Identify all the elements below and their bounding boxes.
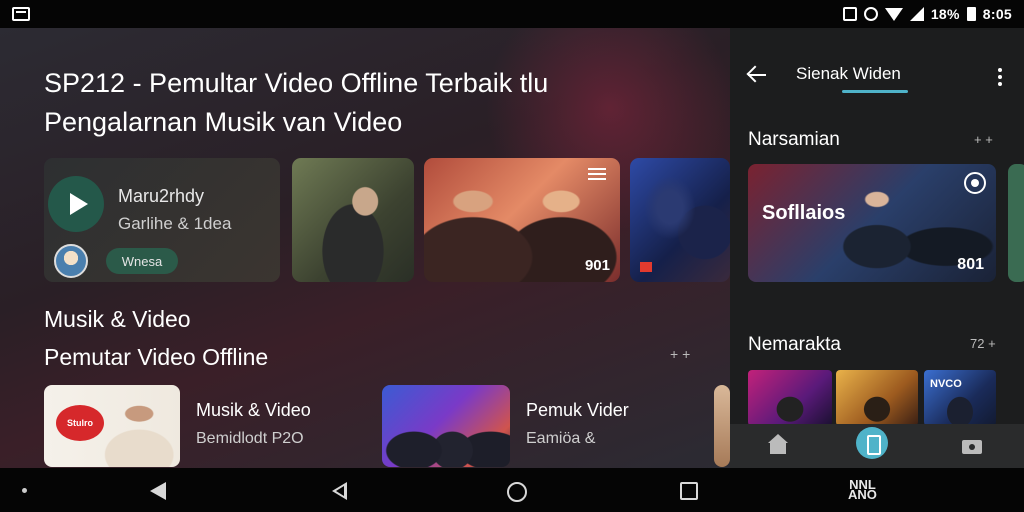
camera-icon[interactable] bbox=[958, 432, 986, 460]
list-item-thumbnail[interactable]: Stulro bbox=[44, 385, 180, 467]
page-title: SP212 - Pemultar Video Offline Terbaik t… bbox=[44, 68, 549, 137]
side-panel: Sienak Widen Narsamian + + Sofllaios 801… bbox=[730, 28, 1024, 468]
video-thumbnail[interactable] bbox=[292, 158, 414, 282]
list-item-thumbnail[interactable] bbox=[382, 385, 510, 467]
video-thumbnail[interactable] bbox=[630, 158, 730, 282]
home-circle-icon[interactable] bbox=[507, 482, 527, 502]
featured-title: Sofllaios bbox=[762, 202, 846, 224]
signal-icon bbox=[909, 7, 924, 21]
back-icon[interactable] bbox=[150, 482, 166, 500]
section-more-button[interactable]: + + bbox=[670, 346, 690, 362]
radio-icon[interactable] bbox=[964, 172, 986, 194]
section-subtitle: Pemutar Video Offline bbox=[44, 344, 269, 370]
hero-action-button[interactable]: Wnesa bbox=[106, 248, 178, 274]
dot-icon bbox=[22, 488, 27, 493]
featured-number: 801 bbox=[957, 256, 984, 273]
status-bar: 18% 8:05 bbox=[0, 0, 1024, 28]
mini-thumbnail[interactable]: NVCO bbox=[924, 370, 996, 426]
player-icon[interactable] bbox=[856, 427, 888, 459]
main-content: SP212 - Pemultar Video Offline Terbaik t… bbox=[0, 28, 730, 468]
system-nav-bar: NNL ANO bbox=[0, 468, 1024, 512]
list-item-title[interactable]: Pemuk Vider bbox=[526, 400, 629, 421]
featured-video-card[interactable]: Sofllaios 801 bbox=[748, 164, 996, 282]
nav-label[interactable]: NNL ANO bbox=[848, 478, 877, 502]
video-thumbnail[interactable]: 901 bbox=[424, 158, 620, 282]
thumbnail-number: 901 bbox=[584, 257, 610, 274]
panel-section-title: Narsamian bbox=[748, 129, 840, 150]
panel-section-title: Nemarakta bbox=[748, 334, 841, 355]
badge-icon bbox=[640, 262, 652, 272]
avatar[interactable] bbox=[54, 244, 88, 278]
battery-percent: 18% bbox=[930, 6, 960, 22]
back-triangle-inner bbox=[336, 486, 344, 496]
wifi-icon bbox=[884, 7, 903, 21]
mini-thumbnail[interactable] bbox=[748, 370, 832, 426]
panel-section-more[interactable]: 72 + bbox=[970, 336, 996, 351]
panel-bottom-nav bbox=[730, 424, 1024, 468]
next-card-peek[interactable] bbox=[1008, 164, 1024, 282]
section-title: Musik & Video bbox=[44, 306, 191, 332]
recents-icon[interactable] bbox=[680, 482, 698, 500]
menu-icon[interactable] bbox=[588, 168, 606, 180]
tab-indicator bbox=[842, 90, 908, 93]
tab-panel[interactable]: Sienak Widen bbox=[796, 64, 901, 84]
nav-label-bottom: ANO bbox=[848, 487, 877, 502]
hero-subtitle: Garlihe & 1dea bbox=[118, 214, 232, 233]
app-notification-icon bbox=[12, 7, 30, 21]
list-item-subtitle: Eamiöa & bbox=[526, 430, 596, 447]
hero-title: Maru2rhdy bbox=[118, 186, 205, 206]
more-vert-icon[interactable] bbox=[996, 68, 1004, 86]
list-item-thumbnail[interactable] bbox=[714, 385, 730, 467]
battery-icon bbox=[966, 7, 976, 21]
alarm-icon bbox=[863, 7, 878, 21]
list-item-title[interactable]: Musik & Video bbox=[196, 400, 311, 421]
nfc-icon bbox=[842, 7, 857, 21]
channel-logo: Stulro bbox=[56, 405, 104, 441]
mini-thumbnail[interactable] bbox=[836, 370, 918, 426]
hero-card[interactable]: Maru2rhdy Garlihe & 1dea Wnesa bbox=[44, 158, 280, 282]
list-item-subtitle: Bemidlodt P2O bbox=[196, 430, 304, 447]
play-icon[interactable] bbox=[48, 176, 104, 232]
mini-thumbnail-label: NVCO bbox=[930, 378, 962, 390]
clock: 8:05 bbox=[982, 6, 1012, 22]
back-arrow-icon[interactable] bbox=[746, 64, 768, 86]
panel-section-more[interactable]: + + bbox=[974, 132, 993, 147]
home-icon[interactable] bbox=[764, 432, 792, 460]
